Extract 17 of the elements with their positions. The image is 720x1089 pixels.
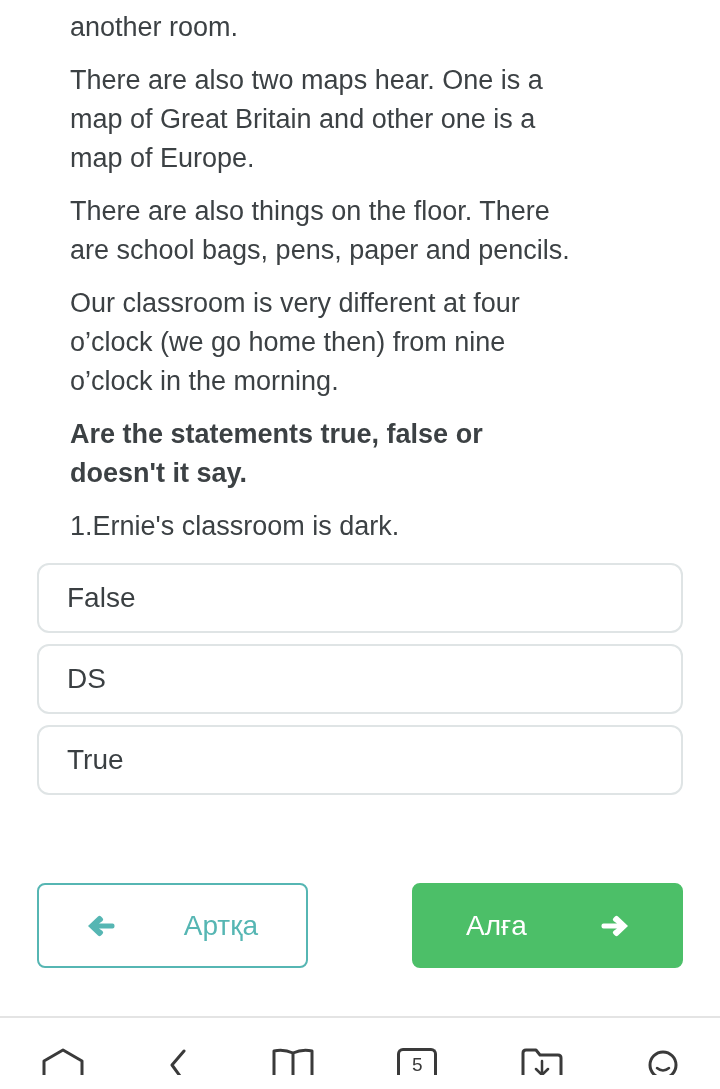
answer-option[interactable]: False	[37, 563, 683, 633]
question-statement: 1.Ernie's classroom is dark.	[70, 510, 401, 543]
smiley-icon[interactable]	[646, 1048, 679, 1075]
tab-count-button[interactable]: 5	[397, 1048, 438, 1075]
home-icon[interactable]	[41, 1048, 86, 1075]
answer-option[interactable]: DS	[37, 644, 683, 714]
passage-paragraph: another room.	[70, 11, 240, 44]
folder-download-icon[interactable]	[519, 1048, 564, 1075]
question-prompt: Are the statements true, false or doesn't it say.	[70, 418, 484, 490]
back-chevron-icon[interactable]	[168, 1048, 188, 1075]
passage-paragraph: There are also two maps hear. One is a map of Great Britain and other one is a map of Europe.	[70, 64, 544, 175]
passage-paragraph: Our classroom is very different at four o’clock (we go home then) from nine o’clock in the morning.	[70, 287, 521, 398]
arrow-right-icon	[601, 914, 629, 937]
book-icon[interactable]	[270, 1048, 315, 1075]
passage-paragraph: There are also things on the floor. There are school bags, pens, paper and pencils.	[70, 195, 571, 267]
arrow-left-icon	[87, 914, 115, 937]
answer-option[interactable]: True	[37, 725, 683, 795]
